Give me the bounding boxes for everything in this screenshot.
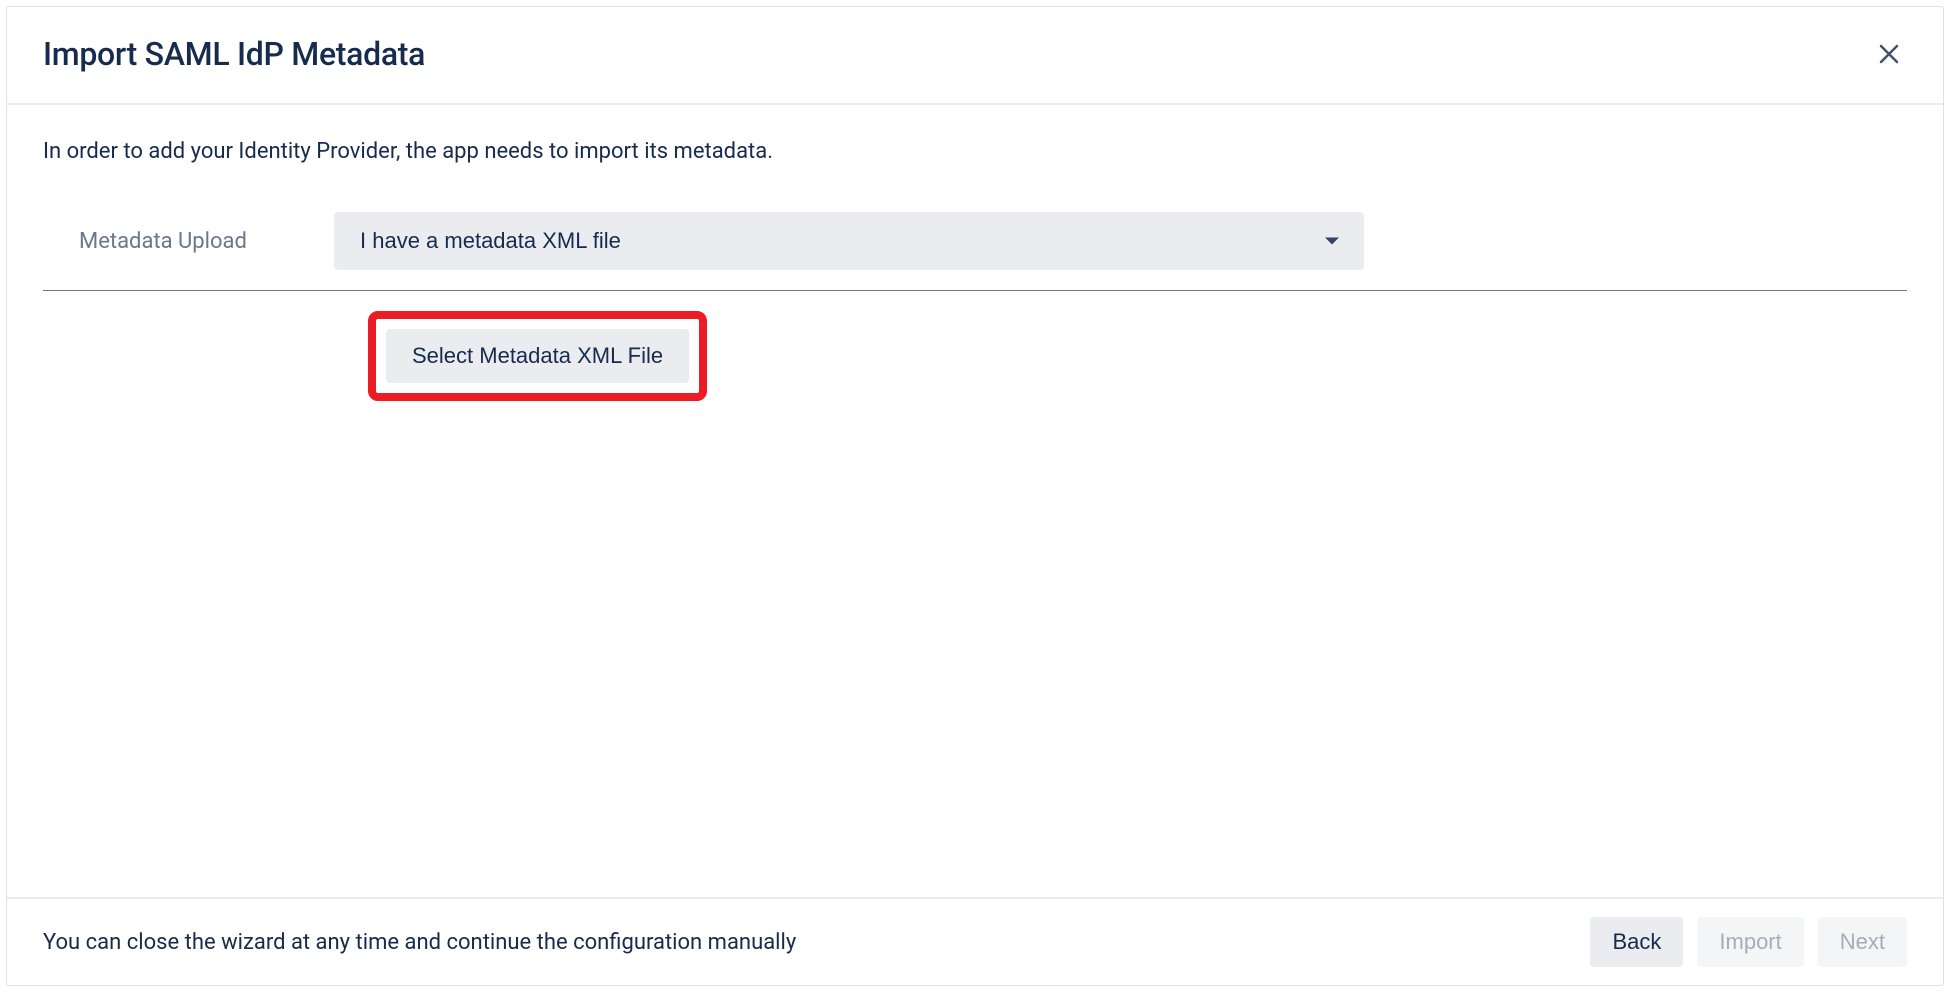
dialog-body: In order to add your Identity Provider, … bbox=[7, 105, 1943, 897]
metadata-upload-select-wrapper: I have a metadata XML file bbox=[334, 212, 1364, 270]
metadata-upload-row: Metadata Upload I have a metadata XML fi… bbox=[43, 212, 1907, 291]
dialog-footer: You can close the wizard at any time and… bbox=[7, 897, 1943, 985]
file-select-row: Select Metadata XML File bbox=[43, 311, 1907, 401]
import-saml-idp-dialog: Import SAML IdP Metadata In order to add… bbox=[6, 6, 1944, 986]
metadata-upload-select-value: I have a metadata XML file bbox=[360, 228, 621, 254]
close-icon bbox=[1877, 42, 1901, 66]
metadata-upload-select[interactable]: I have a metadata XML file bbox=[334, 212, 1364, 270]
dialog-header: Import SAML IdP Metadata bbox=[7, 7, 1943, 105]
back-button[interactable]: Back bbox=[1590, 917, 1683, 967]
close-button[interactable] bbox=[1871, 36, 1907, 72]
metadata-upload-label: Metadata Upload bbox=[79, 229, 274, 254]
footer-actions: Back Import Next bbox=[1590, 917, 1907, 967]
select-metadata-file-button[interactable]: Select Metadata XML File bbox=[386, 329, 689, 383]
highlight-annotation: Select Metadata XML File bbox=[368, 311, 707, 401]
next-button[interactable]: Next bbox=[1818, 917, 1907, 967]
import-button[interactable]: Import bbox=[1697, 917, 1803, 967]
footer-hint: You can close the wizard at any time and… bbox=[43, 930, 796, 955]
dialog-description: In order to add your Identity Provider, … bbox=[43, 139, 1907, 164]
dialog-title: Import SAML IdP Metadata bbox=[43, 35, 425, 73]
